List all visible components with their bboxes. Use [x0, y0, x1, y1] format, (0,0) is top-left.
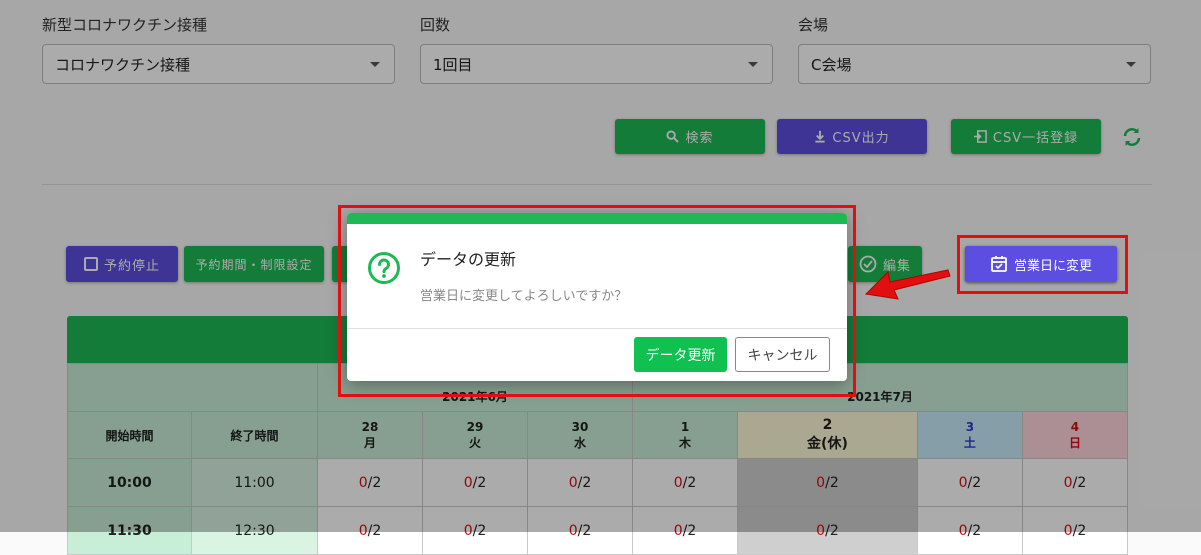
dialog-highlight-box: [338, 205, 856, 397]
highlight-box: [957, 235, 1128, 294]
arrow-pointer-icon: [864, 269, 951, 300]
